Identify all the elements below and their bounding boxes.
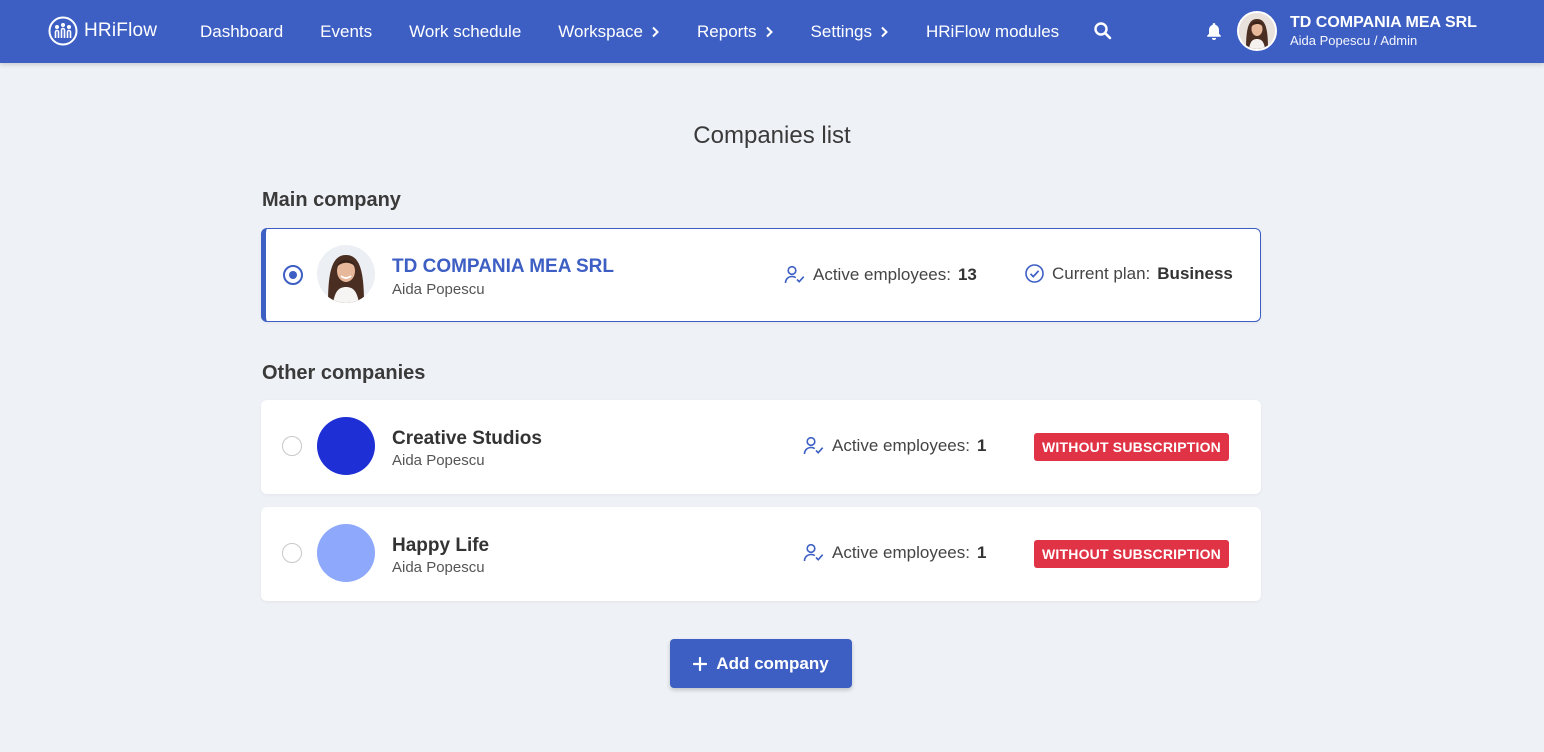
active-employees-count: 13 bbox=[957, 264, 977, 284]
nav-label: Reports bbox=[697, 21, 757, 41]
chevron-right-icon bbox=[881, 26, 888, 37]
active-employees-label: Active employees: bbox=[832, 435, 970, 455]
nav-settings[interactable]: Settings bbox=[811, 22, 889, 42]
subscription-status-badge: WITHOUT SUBSCRIPTION bbox=[1034, 433, 1229, 461]
nav-label: Settings bbox=[810, 21, 872, 41]
bell-icon[interactable] bbox=[1205, 21, 1223, 41]
nav-label: Workspace bbox=[558, 21, 644, 41]
company-avatar-image bbox=[317, 245, 375, 303]
company-card[interactable]: Happy Life Aida Popescu Active employees… bbox=[261, 507, 1261, 601]
company-name[interactable]: Happy Life bbox=[392, 535, 489, 557]
nav-label: Dashboard bbox=[200, 21, 284, 41]
nav-reports[interactable]: Reports bbox=[697, 22, 774, 42]
chevron-right-icon bbox=[765, 26, 773, 37]
logo-icon bbox=[48, 16, 78, 46]
search-icon[interactable] bbox=[1093, 21, 1113, 41]
app-logo[interactable]: HRiFlow bbox=[48, 15, 157, 47]
company-radio[interactable] bbox=[282, 436, 302, 456]
top-navigation-bar: HRiFlow Dashboard Events Work schedule W… bbox=[0, 0, 1544, 63]
company-radio[interactable] bbox=[282, 543, 302, 563]
user-role: Aida Popescu / Admin bbox=[1290, 33, 1418, 48]
user-company-name: TD COMPANIA MEA SRL bbox=[1290, 14, 1477, 31]
check-circle-icon bbox=[1025, 264, 1044, 283]
nav-dashboard[interactable]: Dashboard bbox=[200, 22, 283, 42]
company-radio-selected[interactable] bbox=[283, 265, 303, 285]
nav-label: Events bbox=[320, 21, 373, 41]
nav-events[interactable]: Events bbox=[320, 22, 372, 42]
nav-workspace[interactable]: Workspace bbox=[558, 22, 660, 42]
nav-hriflow-modules[interactable]: HRiFlow modules bbox=[926, 22, 1059, 42]
add-company-label: Add company bbox=[716, 653, 829, 673]
company-name[interactable]: TD COMPANIA MEA SRL bbox=[392, 256, 614, 278]
main-company-heading: Main company bbox=[262, 189, 401, 211]
company-name[interactable]: Creative Studios bbox=[392, 428, 542, 450]
logo-text: HRiFlow bbox=[84, 20, 158, 41]
company-owner: Aida Popescu bbox=[392, 452, 485, 469]
company-card[interactable]: Creative Studios Aida Popescu Active emp… bbox=[261, 400, 1261, 494]
active-employees-label: Active employees: bbox=[813, 264, 951, 284]
company-owner: Aida Popescu bbox=[392, 281, 485, 298]
nav-label: HRiFlow modules bbox=[925, 21, 1060, 41]
other-companies-heading: Other companies bbox=[262, 362, 426, 384]
company-avatar bbox=[317, 245, 375, 303]
active-employees-count: 1 bbox=[976, 435, 987, 455]
current-plan: Current plan: Business bbox=[1024, 263, 1233, 284]
company-avatar bbox=[317, 417, 375, 475]
active-employees: Active employees: 13 bbox=[784, 264, 977, 285]
nav-work-schedule[interactable]: Work schedule bbox=[409, 22, 521, 42]
user-check-icon bbox=[803, 436, 824, 455]
company-avatar bbox=[317, 524, 375, 582]
company-card-main[interactable]: TD COMPANIA MEA SRL Aida Popescu Active … bbox=[261, 228, 1261, 322]
add-company-button[interactable]: Add company bbox=[670, 639, 852, 688]
active-employees: Active employees: 1 bbox=[803, 435, 986, 456]
active-employees: Active employees: 1 bbox=[803, 542, 986, 563]
user-avatar[interactable] bbox=[1237, 11, 1277, 51]
current-plan-label: Current plan: bbox=[1052, 263, 1151, 283]
plus-icon bbox=[693, 656, 708, 671]
company-owner: Aida Popescu bbox=[392, 559, 485, 576]
page-title: Companies list bbox=[693, 122, 851, 149]
user-avatar-image bbox=[1239, 13, 1275, 49]
chevron-right-icon bbox=[652, 26, 659, 37]
nav-label: Work schedule bbox=[409, 21, 522, 41]
user-info[interactable]: TD COMPANIA MEA SRL Aida Popescu / Admin bbox=[1290, 13, 1477, 48]
active-employees-count: 1 bbox=[976, 542, 987, 562]
active-employees-label: Active employees: bbox=[832, 542, 970, 562]
current-plan-value: Business bbox=[1157, 263, 1233, 283]
subscription-status-badge: WITHOUT SUBSCRIPTION bbox=[1034, 540, 1229, 568]
main-nav: Dashboard Events Work schedule Workspace… bbox=[200, 0, 1096, 63]
user-check-icon bbox=[803, 543, 824, 562]
user-check-icon bbox=[784, 265, 805, 284]
